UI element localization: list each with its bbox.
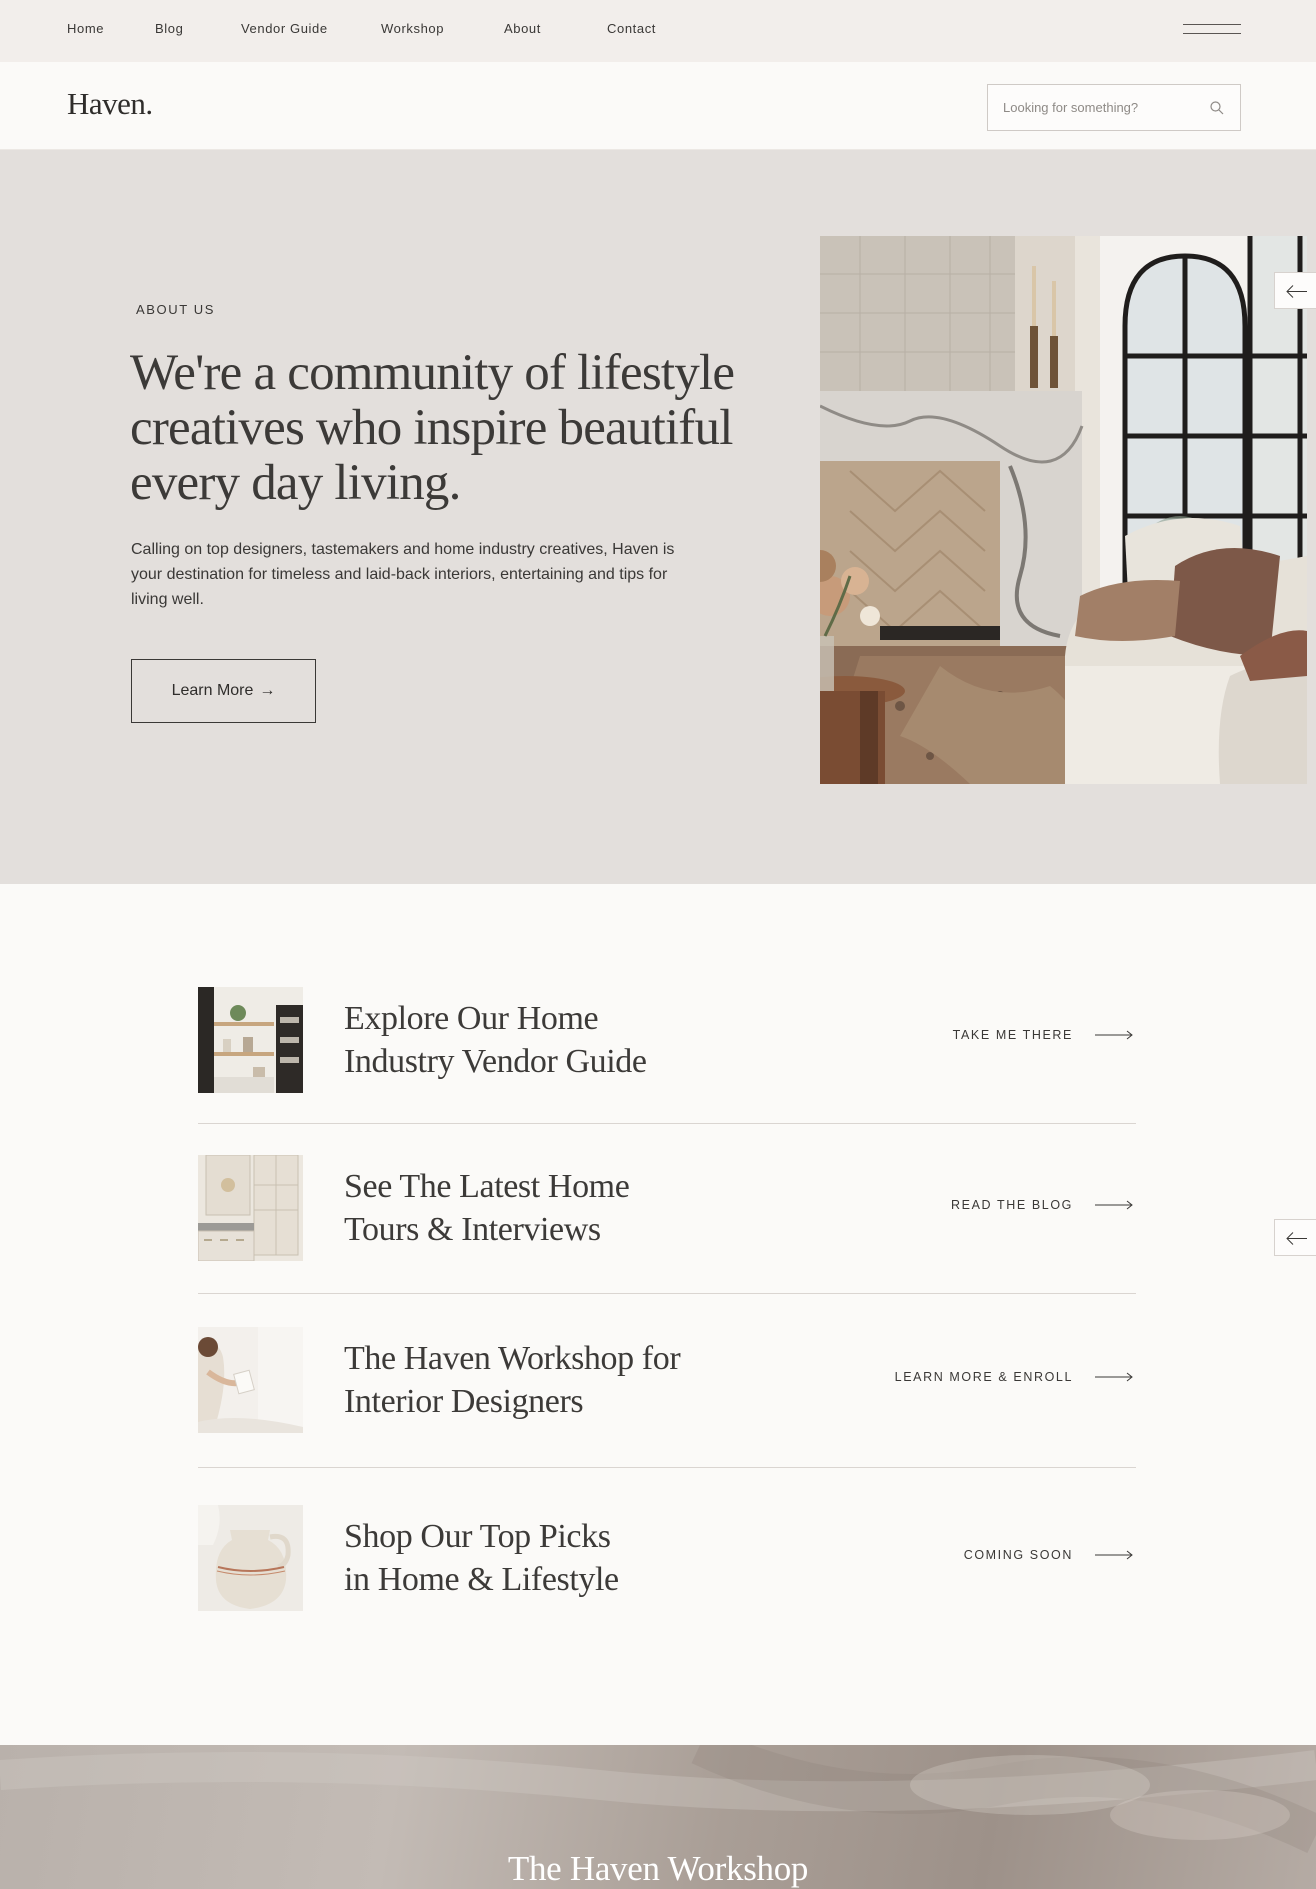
divider (198, 1467, 1136, 1468)
nav-item-about[interactable]: About (504, 21, 541, 36)
nav-item-home[interactable]: Home (67, 21, 104, 36)
take-me-there-link[interactable]: TAKE ME THERE (953, 1028, 1133, 1042)
divider (198, 1123, 1136, 1124)
kitchen-shelves-photo (198, 987, 303, 1093)
arrow-left-icon (1286, 1232, 1307, 1245)
living-room-photo (820, 236, 1307, 784)
learn-more-button[interactable]: Learn More → (131, 659, 316, 723)
read-the-blog-link[interactable]: READ THE BLOG (951, 1198, 1133, 1212)
arrow-right-icon (1095, 1372, 1133, 1382)
search-input[interactable] (1003, 85, 1203, 130)
hamburger-icon[interactable] (1183, 23, 1241, 39)
workshop-title: The Haven Workshop (507, 1849, 809, 1888)
arrow-right-icon (1095, 1030, 1133, 1040)
hero-description: Calling on top designers, tastemakers an… (131, 541, 675, 608)
list-item-workshop: The Haven Workshop for Interior Designer… (198, 1327, 1136, 1433)
logo[interactable]: Haven. (67, 86, 153, 122)
cta-label: TAKE ME THERE (952, 1028, 1073, 1042)
nav-item-blog[interactable]: Blog (155, 21, 183, 36)
workshop-banner: The Haven Workshop (0, 1745, 1316, 1889)
list-item-shop: Shop Our Top Picks in Home & Lifestyle C… (198, 1505, 1136, 1611)
coming-soon-link[interactable]: COMING SOON (964, 1548, 1133, 1562)
list-item-vendor-guide: Explore Our Home Industry Vendor Guide T… (198, 987, 1136, 1093)
arrow-left-icon (1286, 285, 1307, 298)
arrow-right-icon (1095, 1200, 1133, 1210)
hero-prev-arrow[interactable] (1274, 272, 1316, 309)
nav-item-workshop[interactable]: Workshop (381, 21, 444, 36)
learn-more-label: Learn More (171, 682, 254, 699)
list-item-home-tours: See The Latest Home Tours & Interviews R… (198, 1155, 1136, 1261)
arrow-right-icon: → (259, 682, 276, 699)
woman-reading-photo (198, 1327, 303, 1433)
hero-headline: We're a community of lifestyle creatives… (130, 345, 735, 511)
feature-title: The Haven Workshop for Interior Designer… (344, 1340, 681, 1420)
feature-title: Explore Our Home Industry Vendor Guide (344, 1000, 647, 1080)
divider (198, 1293, 1136, 1294)
cta-label: READ THE BLOG (951, 1198, 1073, 1212)
about-hero: ABOUT US We're a community of lifestyle … (0, 150, 1316, 884)
cta-label: COMING SOON (963, 1548, 1073, 1562)
section-eyebrow: ABOUT US (136, 302, 216, 317)
cabinet-kitchen-photo (198, 1155, 303, 1261)
search-box (987, 84, 1241, 131)
site-header: Haven. (0, 62, 1316, 150)
feature-title: See The Latest Home Tours & Interviews (344, 1168, 630, 1248)
nav-item-contact[interactable]: Contact (607, 21, 656, 36)
top-nav: Home Blog Vendor Guide Workshop About Co… (0, 0, 1316, 62)
search-icon[interactable] (1207, 98, 1227, 118)
side-prev-arrow[interactable] (1274, 1219, 1316, 1256)
ceramic-vase-photo (198, 1505, 303, 1611)
learn-more-enroll-link[interactable]: LEARN MORE & ENROLL (895, 1370, 1133, 1384)
feature-title: Shop Our Top Picks in Home & Lifestyle (344, 1518, 619, 1598)
arrow-right-icon (1095, 1550, 1133, 1560)
cta-label: LEARN MORE & ENROLL (894, 1370, 1073, 1384)
nav-item-vendor-guide[interactable]: Vendor Guide (241, 21, 328, 36)
